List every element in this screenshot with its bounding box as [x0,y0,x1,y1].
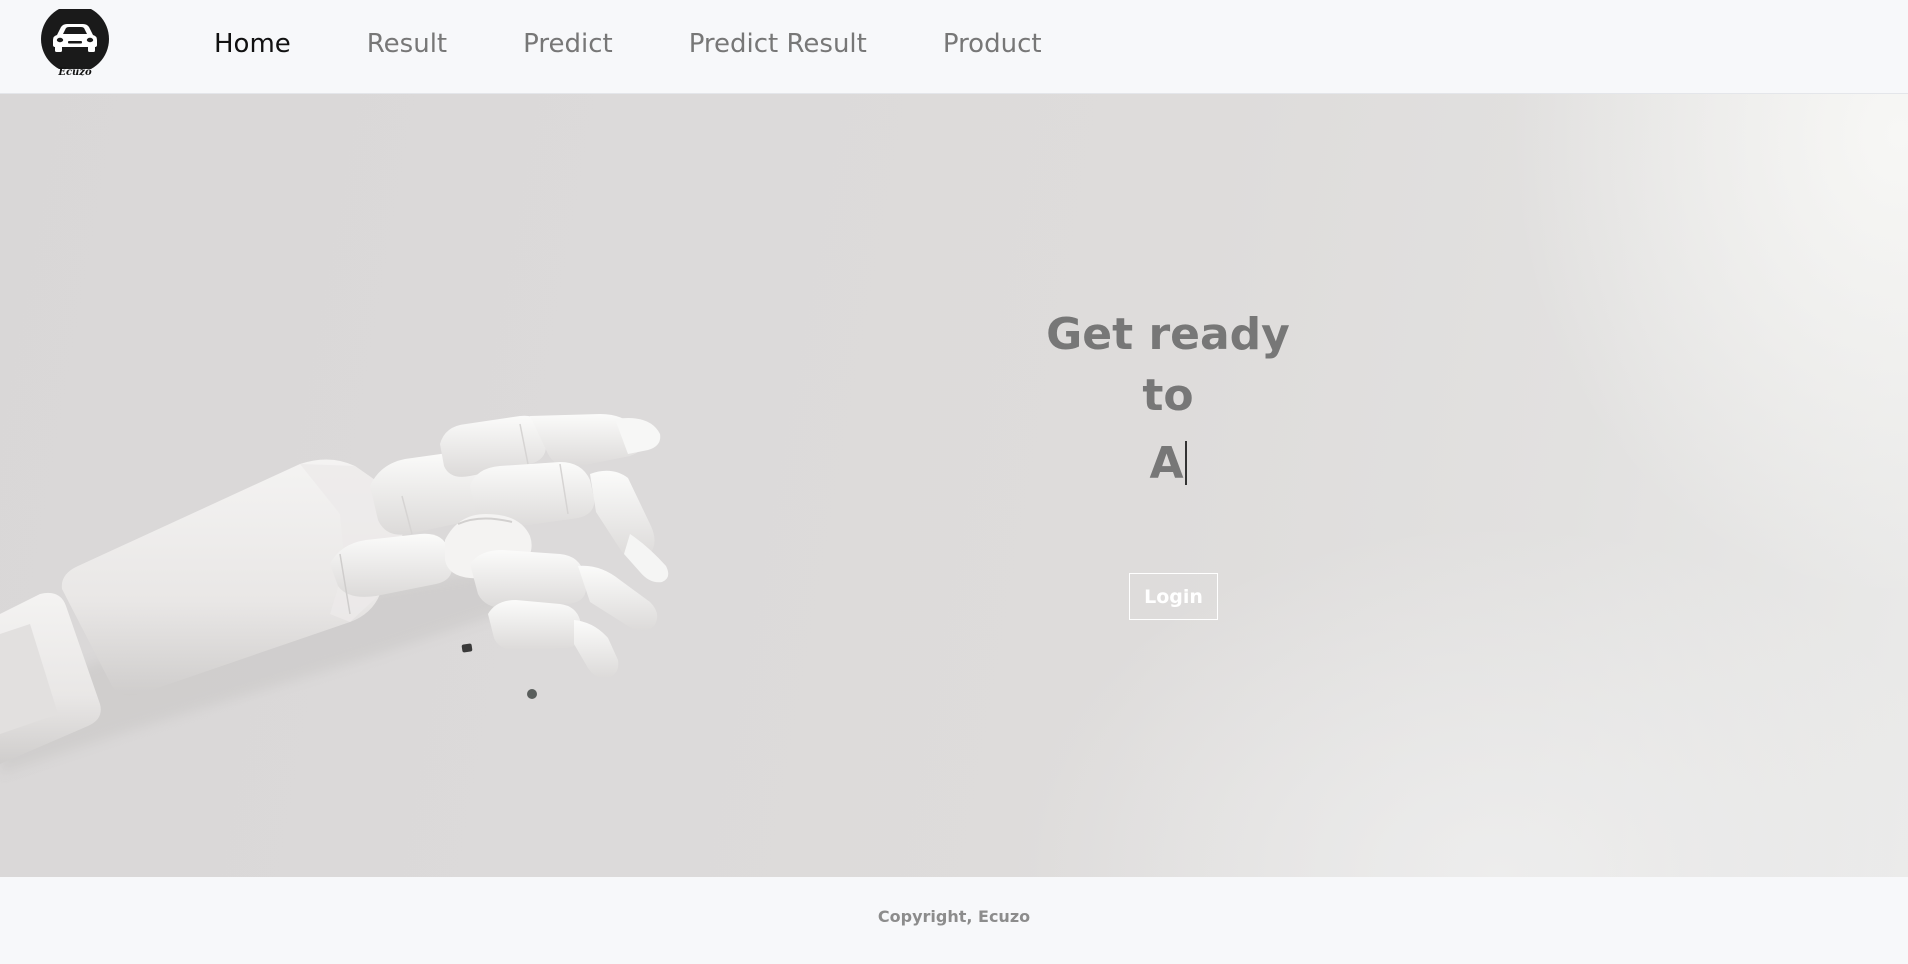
text-cursor [1184,441,1187,485]
car-icon [41,9,109,69]
robot-hand-image [0,414,669,774]
top-navbar: Ecuzo Home Result Predict Predict Result… [0,0,1908,94]
hero-section: Get ready to A Login [0,94,1908,877]
nav-product[interactable]: Product [943,29,1042,59]
hero-line-1: Get ready [1046,309,1290,360]
main-nav: Home Result Predict Predict Result Produ… [214,0,1118,88]
brand-name: Ecuzo [58,67,92,78]
copyright-text: Copyright, Ecuzo [877,907,1031,926]
page-footer: Copyright, Ecuzo [0,877,1908,964]
nav-result[interactable]: Result [367,29,447,59]
hero-headline: Get ready to A [1028,304,1308,500]
typed-text: A [1149,438,1184,489]
brand-logo[interactable]: Ecuzo [40,9,110,81]
nav-predict[interactable]: Predict [523,29,613,59]
login-button[interactable]: Login [1129,573,1218,620]
nav-predict-result[interactable]: Predict Result [689,29,867,59]
hero-line-2: to [1142,370,1194,421]
nav-home[interactable]: Home [214,29,291,59]
typed-text-line: A [1028,428,1308,500]
